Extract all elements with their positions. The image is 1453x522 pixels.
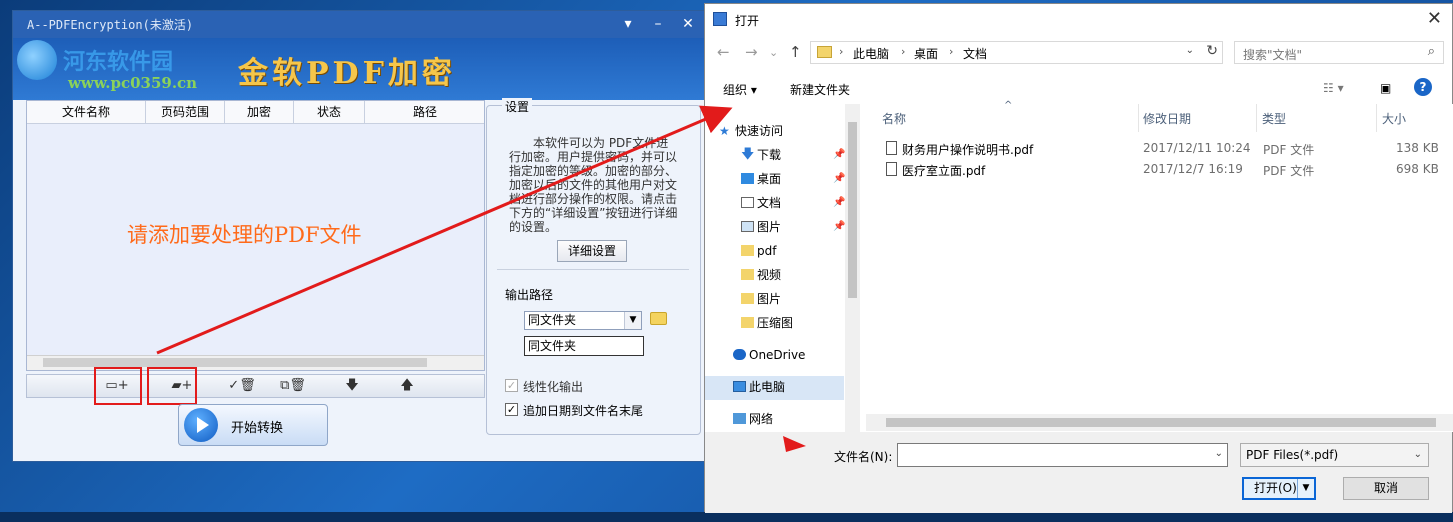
annotation-arrows bbox=[156, 105, 806, 452]
arrow-to-dialog bbox=[156, 105, 733, 355]
arrow-to-filename bbox=[783, 436, 806, 452]
